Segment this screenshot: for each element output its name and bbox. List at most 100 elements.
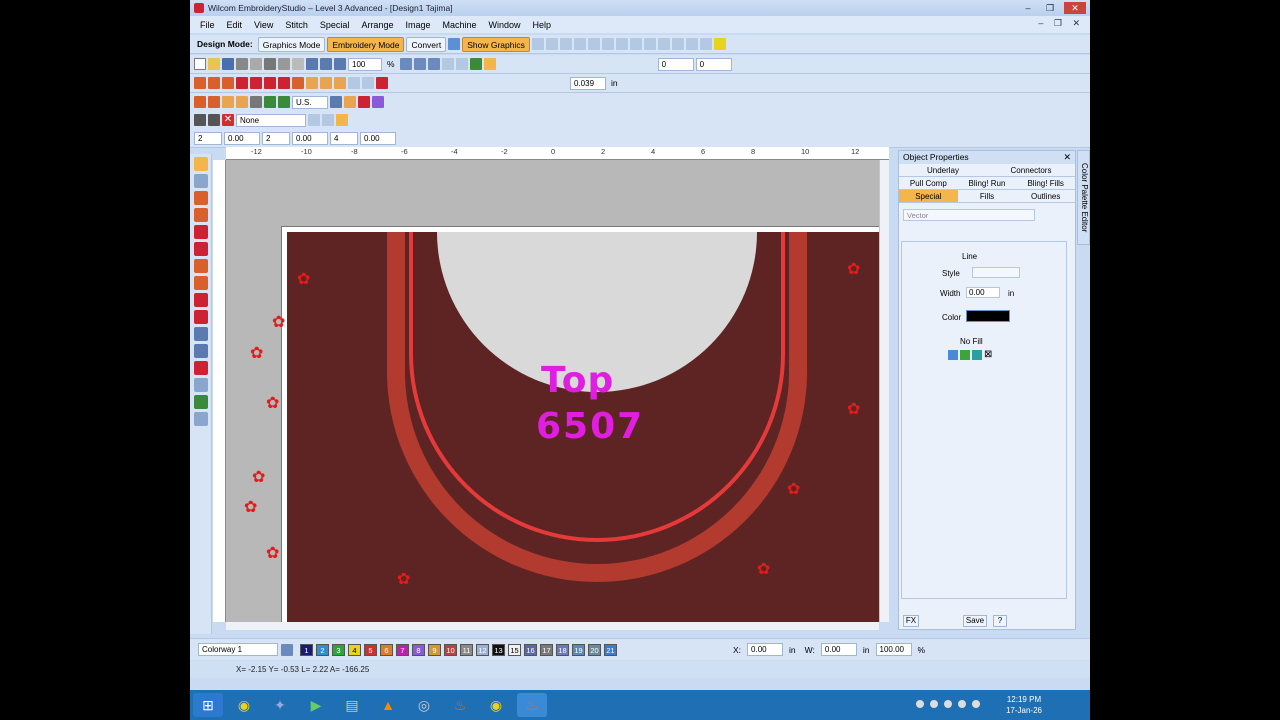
applique-tool-icon[interactable] bbox=[194, 361, 208, 375]
no-fill-icon[interactable]: ⊠ bbox=[984, 349, 992, 360]
x-field[interactable]: 0.00 bbox=[747, 643, 784, 656]
green-g-icon[interactable] bbox=[278, 96, 290, 108]
tab-outlines[interactable]: Outlines bbox=[1016, 190, 1075, 202]
x-close-icon[interactable]: ✕ bbox=[222, 114, 234, 126]
color-swatch[interactable]: 8 bbox=[412, 643, 425, 656]
color-swatch[interactable]: 5 bbox=[364, 643, 377, 656]
tab-pull-comp[interactable]: Pull Comp bbox=[899, 177, 958, 189]
maximize-button[interactable]: ❐ bbox=[1042, 2, 1058, 14]
color-swatch[interactable]: 11 bbox=[460, 643, 473, 656]
style-dropdown[interactable] bbox=[972, 267, 1020, 278]
taskbar-clock[interactable]: 12:19 PM 17-Jan-26 bbox=[1006, 694, 1042, 716]
letter-icon[interactable] bbox=[330, 96, 342, 108]
menu-stitch[interactable]: Stitch bbox=[279, 20, 314, 30]
minimize-button[interactable]: – bbox=[1020, 2, 1036, 14]
record-icon[interactable] bbox=[376, 77, 388, 89]
highlight-icon[interactable] bbox=[713, 38, 726, 50]
weld-icon[interactable] bbox=[671, 38, 684, 50]
color-swatch[interactable]: 7 bbox=[396, 643, 409, 656]
color-swatch[interactable]: 15 bbox=[508, 643, 521, 656]
tray-icon[interactable] bbox=[958, 700, 966, 708]
w-field[interactable]: 0.00 bbox=[820, 643, 857, 656]
table-icon[interactable] bbox=[250, 96, 262, 108]
menu-window[interactable]: Window bbox=[483, 20, 527, 30]
lettering-tool-icon[interactable] bbox=[194, 327, 208, 341]
fire-active-icon[interactable]: ♨ bbox=[517, 693, 547, 717]
grid-icon[interactable] bbox=[413, 58, 426, 70]
tab-bling-run[interactable]: Bling! Run bbox=[958, 177, 1017, 189]
zoom-field[interactable]: 100 bbox=[348, 57, 382, 71]
graphics-mode-button[interactable]: Graphics Mode bbox=[257, 36, 326, 52]
vertical-scrollbar[interactable] bbox=[879, 160, 889, 622]
print-preview-icon[interactable] bbox=[250, 58, 262, 70]
fx-button[interactable]: FX bbox=[903, 615, 919, 627]
embroidery-text-number[interactable]: 6507 bbox=[536, 406, 644, 447]
close-button[interactable]: ✕ bbox=[1064, 2, 1086, 14]
select-tool-icon[interactable] bbox=[194, 157, 208, 171]
zoom-icon[interactable] bbox=[334, 58, 346, 70]
transform-field-3[interactable]: 2 bbox=[262, 131, 290, 145]
motif-icon[interactable] bbox=[250, 77, 262, 89]
intersect-icon[interactable] bbox=[699, 38, 712, 50]
knife-icon[interactable] bbox=[208, 114, 220, 126]
trim-icon[interactable] bbox=[685, 38, 698, 50]
menu-help[interactable]: Help bbox=[527, 20, 558, 30]
open-object-icon[interactable] bbox=[208, 96, 220, 108]
copy-icon[interactable] bbox=[278, 58, 290, 70]
color-swatch[interactable]: 1 bbox=[300, 643, 313, 656]
menu-view[interactable]: View bbox=[248, 20, 279, 30]
embroidery-mode-button[interactable]: Embroidery Mode bbox=[327, 36, 405, 52]
align-icon[interactable] bbox=[531, 38, 544, 50]
transform-field-6[interactable]: 0.00 bbox=[360, 131, 396, 145]
show-graphics-button[interactable]: Show Graphics bbox=[462, 36, 530, 52]
color-swatch[interactable]: 10 bbox=[444, 643, 457, 656]
hoop-icon[interactable] bbox=[427, 58, 440, 70]
save-icon[interactable] bbox=[222, 58, 234, 70]
position-field-2[interactable]: 0 bbox=[695, 57, 732, 71]
undo-icon[interactable] bbox=[306, 58, 318, 70]
edit-opt-icon[interactable] bbox=[308, 114, 320, 126]
convert-button[interactable]: Convert bbox=[406, 36, 447, 52]
monogram-icon[interactable] bbox=[344, 96, 356, 108]
open-icon[interactable] bbox=[208, 58, 220, 70]
column-icon[interactable] bbox=[222, 96, 234, 108]
closed-object-icon[interactable] bbox=[194, 96, 206, 108]
stitch-opt2-icon[interactable] bbox=[362, 77, 374, 89]
reshape-icon[interactable] bbox=[194, 114, 206, 126]
design-canvas[interactable]: ✿ ✿ ✿ ✿ ✿ ✿ ✿ ✿ ✿ ✿ ✿ ✿ Top 6507 bbox=[226, 160, 879, 622]
color-swatch[interactable]: 17 bbox=[540, 643, 553, 656]
embroidery-text-top[interactable]: Top bbox=[541, 360, 614, 401]
globe-green-icon[interactable] bbox=[264, 96, 276, 108]
cross-icon[interactable] bbox=[264, 77, 276, 89]
paste-icon[interactable] bbox=[292, 58, 304, 70]
fill-icon[interactable] bbox=[222, 77, 234, 89]
run-tool-icon[interactable] bbox=[194, 208, 208, 222]
active-tool-icon[interactable] bbox=[336, 114, 348, 126]
arrange-icon[interactable] bbox=[657, 38, 670, 50]
color-swatch[interactable]: 13 bbox=[492, 643, 505, 656]
fit-icon[interactable] bbox=[399, 58, 412, 70]
applique-icon[interactable] bbox=[372, 96, 384, 108]
view-icon[interactable] bbox=[441, 58, 454, 70]
start-button-icon[interactable]: ⊞ bbox=[193, 693, 223, 717]
pattern-icon[interactable] bbox=[236, 77, 248, 89]
mirror-icon[interactable] bbox=[615, 38, 628, 50]
reshape-tool-icon[interactable] bbox=[194, 174, 208, 188]
menu-image[interactable]: Image bbox=[399, 20, 436, 30]
fill-pattern-icon[interactable] bbox=[960, 350, 970, 360]
color-swatch[interactable]: 3 bbox=[332, 643, 345, 656]
run-icon[interactable] bbox=[236, 96, 248, 108]
color-palette-editor-tab[interactable]: Color Palette Editor bbox=[1077, 150, 1090, 245]
fill-gradient-icon[interactable] bbox=[972, 350, 982, 360]
motif-tool-icon[interactable] bbox=[194, 395, 208, 409]
record-stop-icon[interactable] bbox=[358, 96, 370, 108]
chrome-icon[interactable]: ◉ bbox=[229, 693, 259, 717]
menu-file[interactable]: File bbox=[194, 20, 221, 30]
color-swatch[interactable]: 18 bbox=[556, 643, 569, 656]
measure-tool-icon[interactable] bbox=[194, 412, 208, 426]
obs-icon[interactable]: ◎ bbox=[409, 693, 439, 717]
color-swatch[interactable]: 6 bbox=[380, 643, 393, 656]
effect-icon[interactable] bbox=[306, 77, 318, 89]
hide-icon[interactable] bbox=[643, 38, 656, 50]
distribute-icon[interactable] bbox=[573, 38, 586, 50]
